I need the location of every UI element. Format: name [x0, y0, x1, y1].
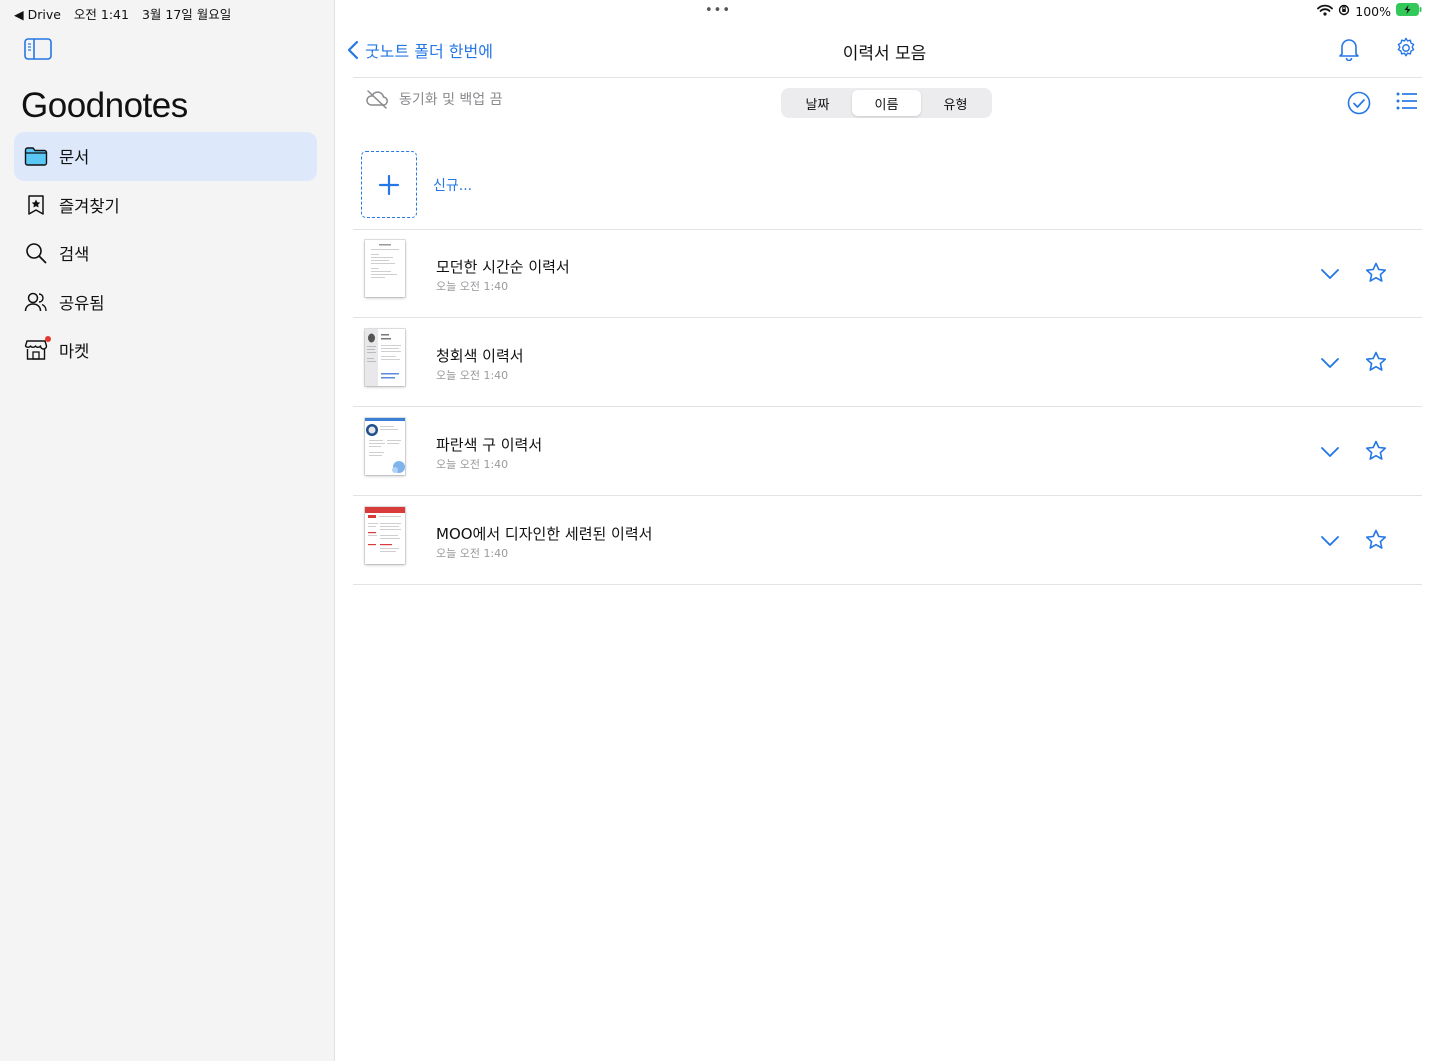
document-row[interactable]: MOO에서 디자인한 세련된 이력서 오늘 오전 1:40 — [353, 496, 1422, 585]
document-row[interactable]: 청회색 이력서 오늘 오전 1:40 — [353, 318, 1422, 407]
document-row[interactable]: 모던한 시간순 이력서 오늘 오전 1:40 — [353, 229, 1422, 318]
sync-status[interactable]: 동기화 및 백업 끔 — [365, 89, 503, 109]
notification-dot — [45, 336, 51, 343]
document-date: 오늘 오전 1:40 — [436, 458, 509, 471]
search-icon — [23, 240, 49, 266]
store-icon — [23, 336, 51, 363]
document-date: 오늘 오전 1:40 — [436, 280, 509, 293]
folder-icon — [23, 143, 49, 169]
sidebar-item-label: 마켓 — [59, 342, 90, 362]
star-icon[interactable] — [1364, 261, 1388, 289]
people-icon — [23, 289, 49, 315]
sidebar-item-label: 공유됨 — [59, 293, 105, 313]
bell-icon[interactable] — [1338, 37, 1360, 65]
header-divider — [353, 77, 1422, 78]
document-date: 오늘 오전 1:40 — [436, 547, 509, 560]
sidebar-item-label: 즐겨찾기 — [59, 196, 120, 216]
wifi-icon — [1317, 4, 1334, 19]
chevron-down-icon[interactable] — [1320, 443, 1340, 462]
brand-title: Goodnotes — [21, 86, 188, 125]
new-document-button[interactable]: 신규... — [361, 151, 472, 218]
star-icon[interactable] — [1364, 439, 1388, 467]
star-icon[interactable] — [1364, 528, 1388, 556]
document-row[interactable]: 파란색 구 이력서 오늘 오전 1:40 — [353, 407, 1422, 496]
cloud-off-icon — [366, 90, 388, 109]
list-view-icon[interactable] — [1396, 91, 1418, 115]
new-document-label: 신규... — [433, 177, 473, 194]
bookmark-star-icon — [23, 192, 49, 218]
chevron-down-icon[interactable] — [1320, 532, 1340, 551]
page-title: 이력서 모음 — [335, 39, 1434, 64]
sidebar-item-favorites[interactable]: 즐겨찾기 — [14, 181, 317, 230]
main-content: ••• 100% 굿노트 폴더 한번에 이력서 모음 동기화 및 백업 끔 날짜… — [335, 0, 1434, 1061]
chevron-down-icon[interactable] — [1320, 354, 1340, 373]
orientation-lock-icon — [1338, 4, 1350, 19]
status-bar-right: 100% — [1317, 3, 1422, 19]
plus-icon — [378, 174, 400, 195]
sidebar-item-documents[interactable]: 문서 — [14, 132, 317, 181]
sidebar-item-search[interactable]: 검색 — [14, 229, 317, 278]
back-to-app-link[interactable]: ◀ Drive — [14, 7, 61, 22]
sidebar-item-label: 검색 — [59, 245, 90, 265]
battery-percent: 100% — [1355, 3, 1391, 19]
sidebar-item-label: 문서 — [59, 148, 90, 168]
document-date: 오늘 오전 1:40 — [436, 369, 509, 382]
gear-icon[interactable] — [1395, 37, 1417, 63]
sort-option-name[interactable]: 이름 — [852, 90, 921, 116]
status-bar-left: ◀ Drive 오전 1:41 3월 17일 월요일 — [14, 4, 240, 23]
document-list: 모던한 시간순 이력서 오늘 오전 1:40 청회색 이력서 오늘 오전 1:4… — [353, 229, 1422, 585]
sync-status-label: 동기화 및 백업 끔 — [399, 92, 503, 108]
document-thumbnail — [365, 240, 405, 297]
status-date: 3월 17일 월요일 — [141, 7, 232, 22]
sidebar-item-market[interactable]: 마켓 — [14, 326, 317, 375]
document-thumbnail — [365, 329, 405, 386]
select-checkmark-icon[interactable] — [1347, 91, 1371, 119]
battery-charging-icon — [1396, 3, 1422, 19]
sidebar-item-shared[interactable]: 공유됨 — [14, 278, 317, 327]
status-time: 오전 1:41 — [73, 7, 129, 22]
multitasking-dots-icon[interactable]: ••• — [705, 3, 731, 18]
new-document-box — [361, 151, 417, 218]
sidebar: ◀ Drive 오전 1:41 3월 17일 월요일 Goodnotes 문서 … — [0, 0, 335, 1061]
document-name: MOO에서 디자인한 세련된 이력서 — [436, 525, 653, 543]
sort-segmented-control: 날짜 이름 유형 — [781, 88, 992, 118]
sidebar-nav: 문서 즐겨찾기 검색 공유됨 마켓 — [14, 132, 317, 375]
sort-option-date[interactable]: 날짜 — [783, 90, 852, 116]
document-name: 모던한 시간순 이력서 — [436, 258, 570, 276]
document-thumbnail — [365, 507, 405, 564]
document-name: 파란색 구 이력서 — [436, 436, 543, 454]
star-icon[interactable] — [1364, 350, 1388, 378]
page-title-text: 이력서 모음 — [842, 44, 927, 64]
chevron-down-icon[interactable] — [1320, 265, 1340, 284]
document-thumbnail — [365, 418, 405, 475]
document-name: 청회색 이력서 — [436, 347, 524, 365]
sidebar-toggle-icon[interactable] — [24, 38, 52, 64]
sort-option-type[interactable]: 유형 — [921, 90, 990, 116]
